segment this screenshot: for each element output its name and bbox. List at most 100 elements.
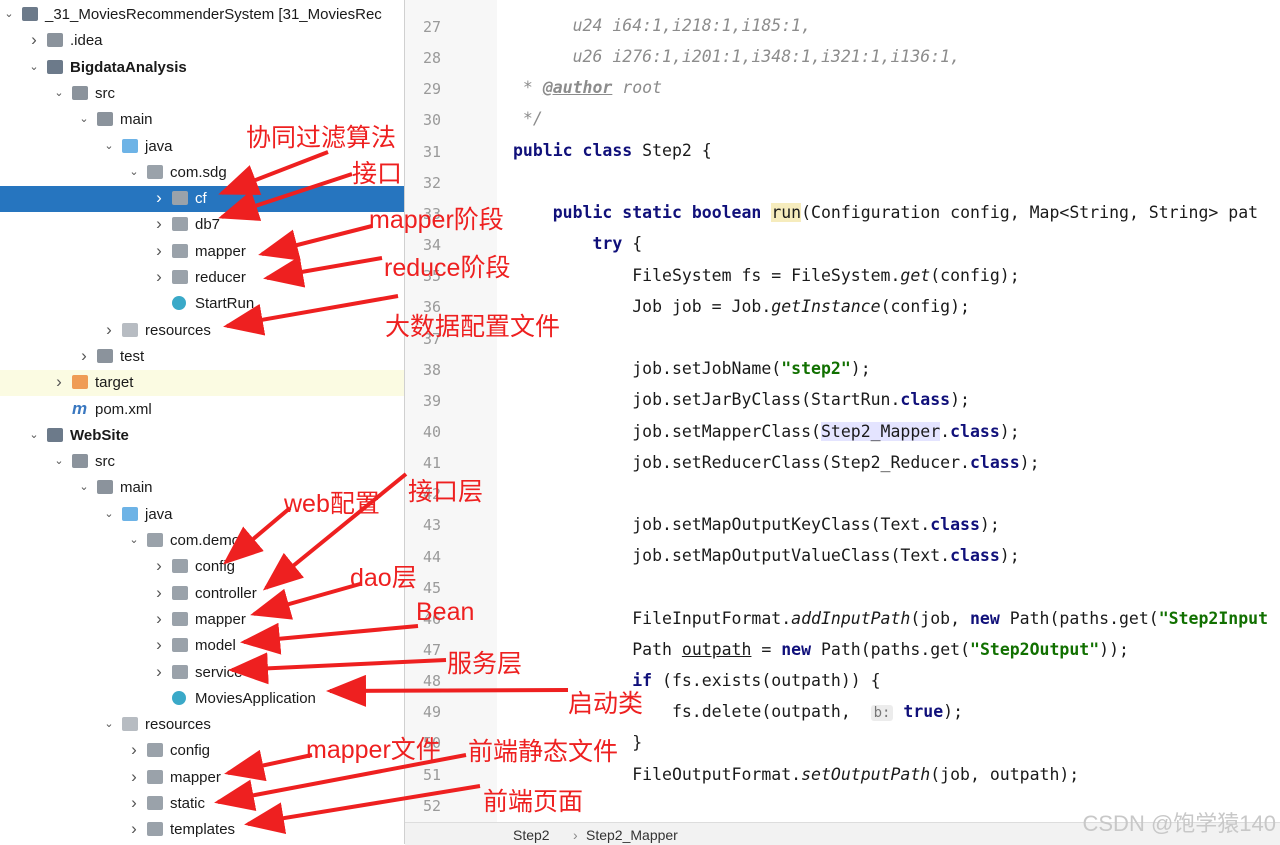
line-number: 30 [422,111,441,130]
chevron-right-icon[interactable]: › [77,347,91,364]
chevron-down-icon[interactable]: ⌄ [2,7,16,21]
tree-item-label: WebSite [70,426,129,444]
class-icon [172,296,186,311]
chevron-right-icon[interactable]: › [127,741,141,758]
chevron-right-icon[interactable]: › [152,557,166,574]
tree-item[interactable]: › reducer [0,265,404,291]
chevron-down-icon[interactable]: ⌄ [27,428,41,442]
package-icon [172,611,188,626]
source-folder-icon [122,506,138,521]
annotation-templates: 前端页面 [483,788,584,816]
tree-item[interactable]: › target [0,370,404,397]
chevron-right-icon[interactable]: › [102,321,116,338]
chevron-right-icon[interactable]: › [152,663,166,680]
breadcrumb-item-inner[interactable]: Step2_Mapper [586,827,678,843]
tree-item[interactable]: › resources [0,318,404,344]
code-line-47: Path outpath = new Path(paths.get("Step2… [513,640,1129,659]
chevron-right-icon[interactable]: › [152,636,166,653]
tree-item[interactable]: › mapper [0,607,404,633]
tree-item[interactable]: m pom.xml [0,397,404,423]
tree-item[interactable]: ⌄ BigdataAnalysis [0,55,404,81]
tree-item[interactable]: › templates [0,817,404,843]
tree-item[interactable]: ⌄ src [0,81,404,107]
chevron-down-icon[interactable]: ⌄ [77,480,91,494]
chevron-down-icon[interactable]: ⌄ [102,507,116,521]
resources-folder-icon [122,717,138,732]
chevron-down-icon[interactable]: ⌄ [52,454,66,468]
line-number: 38 [422,360,441,379]
tree-item[interactable]: › config [0,554,404,580]
tree-item-label: model [195,637,236,655]
tree-item-label: config [170,742,211,760]
chevron-right-icon[interactable]: › [152,584,166,601]
breadcrumb-item-class[interactable]: Step2 [513,827,550,843]
tree-item-label: com.demo [170,532,241,549]
annotation-resources: 大数据配置文件 [385,313,561,341]
chevron-right-icon[interactable]: › [152,242,166,259]
tree-item[interactable]: ⌄ com.sdg [0,160,404,186]
code-editor[interactable]: 27 28 29 30 31 32 33 34 35 36 37 38 39 40 41 42 43 44 45 46… [404,0,1280,845]
resources-folder-icon [122,322,138,337]
tree-item-label: com.sdg [170,163,227,181]
folder-icon [97,348,113,363]
tree-item[interactable]: › controller [0,581,404,607]
tree-item[interactable]: › static [0,791,404,817]
tree-item-label: db7 [195,216,221,234]
chevron-down-icon[interactable]: ⌄ [27,60,41,74]
editor-gutter: 27 28 29 30 31 32 33 34 35 36 37 38 39 40 41 42 43 44 45 46… [405,0,497,822]
tree-item[interactable]: ⌄ src [0,449,404,475]
tree-item[interactable]: › service [0,660,404,686]
line-number: 40 [422,422,441,441]
tree-item[interactable]: MoviesApplication [0,686,404,712]
code-line-27: u24 i64:1,i218:1,i185:1, [513,16,812,35]
tree-item[interactable]: › test [0,344,404,370]
line-number: 47 [422,641,441,659]
line-number: 48 [422,672,441,691]
annotation-cf: 协同过滤算法 [246,124,397,152]
tree-item[interactable]: ⌄ com.demo [0,528,404,554]
chevron-right-icon[interactable]: › [127,820,141,837]
chevron-down-icon[interactable]: ⌄ [77,112,91,126]
tree-item[interactable]: › cf [0,186,404,213]
tree-item-label: reducer [195,269,246,286]
tree-item[interactable]: › model [0,633,404,659]
chevron-right-icon[interactable]: › [127,794,141,811]
chevron-right-icon[interactable]: › [127,768,141,785]
tree-item[interactable]: › db7 [0,212,404,238]
chevron-down-icon[interactable]: ⌄ [52,86,66,100]
tree-item[interactable]: ⌄ _31_MoviesRecommenderSystem [31_MoviesR… [0,2,404,28]
package-icon [172,664,188,679]
chevron-down-icon[interactable]: ⌄ [102,139,116,153]
tree-item[interactable]: › mapper [0,765,404,791]
tree-item-label: MoviesApplication [195,689,316,707]
tree-item-label: src [95,84,115,102]
code-line-38: job.setJobName("step2"); [513,359,871,378]
package-icon [147,769,163,784]
chevron-right-icon[interactable]: › [52,373,66,390]
package-icon [147,533,163,547]
code-line-36: Job job = Job.getInstance(config); [513,297,970,316]
tree-item-label: resources [145,716,211,734]
chevron-right-icon[interactable]: › [152,189,166,206]
chevron-right-icon[interactable]: › [152,215,166,232]
chevron-right-icon[interactable]: › [152,610,166,627]
chevron-down-icon[interactable]: ⌄ [127,533,141,547]
line-number: 43 [422,516,441,535]
package-icon [172,191,188,206]
tree-item[interactable]: ⌄ WebSite [0,423,404,449]
package-icon [172,243,188,258]
code-line-33: public static boolean run(Configuration … [552,203,1259,222]
chevron-down-icon[interactable]: ⌄ [127,165,141,179]
annotation-controller: 接口层 [408,478,484,506]
tree-item-label: pom.xml [95,400,152,418]
tree-item-label: java [145,505,173,523]
tree-item[interactable]: › .idea [0,28,404,54]
tree-item[interactable]: › mapper [0,239,404,265]
tree-item-label: templates [170,821,236,839]
chevron-right-icon[interactable]: › [27,31,41,48]
annotation-res-mapper: mapper文件 [306,736,441,764]
chevron-down-icon[interactable]: ⌄ [102,717,116,731]
code-line-41: job.setReducerClass(Step2_Reducer.class)… [513,453,1040,472]
chevron-right-icon[interactable]: › [152,268,166,285]
tree-item[interactable]: StartRun [0,291,404,317]
